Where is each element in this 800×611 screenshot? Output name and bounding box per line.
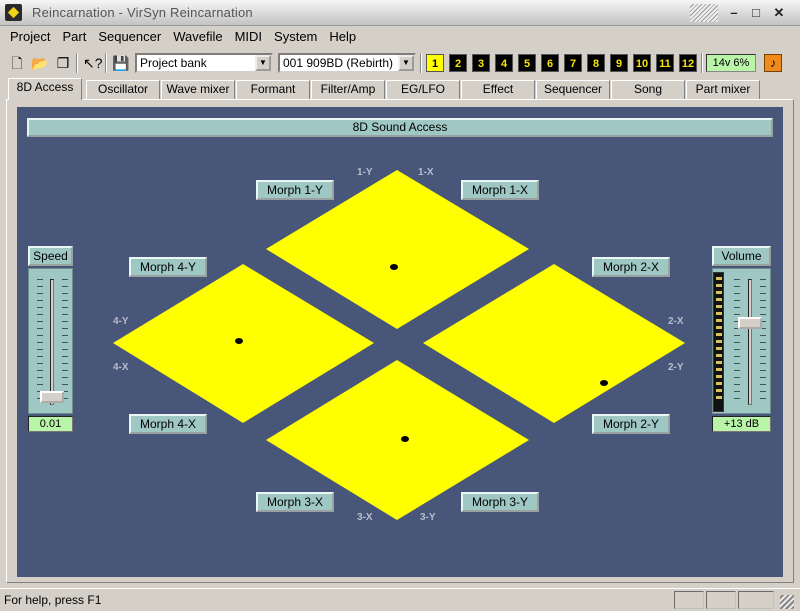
morph-2x-button[interactable]: Morph 2-X <box>592 257 670 277</box>
morph-cursor-4[interactable] <box>235 338 243 344</box>
status-pane <box>738 591 774 609</box>
morph-cursor-3[interactable] <box>401 436 409 442</box>
volume-track[interactable] <box>748 279 752 405</box>
speed-slider-thumb[interactable] <box>40 391 64 403</box>
axis-label-1y: 1-Y <box>357 167 373 178</box>
status-help-text: For help, press F1 <box>4 593 102 607</box>
axis-label-3y: 3-Y <box>420 512 436 523</box>
morph-cursor-2[interactable] <box>600 380 608 386</box>
speed-panel <box>28 268 73 414</box>
axis-label-3x: 3-X <box>357 512 373 523</box>
speed-value: 0.01 <box>28 416 73 432</box>
speed-label: Speed <box>28 246 73 266</box>
volume-value: +13 dB <box>712 416 771 432</box>
speed-track[interactable] <box>50 279 54 405</box>
morph-cursor-1[interactable] <box>390 264 398 270</box>
tab-8d-access[interactable]: 8D Access <box>8 78 82 100</box>
morph-3x-button[interactable]: Morph 3-X <box>256 492 334 512</box>
resize-grip-icon[interactable] <box>780 595 794 609</box>
volume-slider-thumb[interactable] <box>738 317 762 329</box>
morph-4y-button[interactable]: Morph 4-Y <box>129 257 207 277</box>
status-pane <box>706 591 736 609</box>
axis-label-1x: 1-X <box>418 167 434 178</box>
axis-label-2y: 2-Y <box>668 362 684 373</box>
morph-3y-button[interactable]: Morph 3-Y <box>461 492 539 512</box>
axis-label-4y: 4-Y <box>113 316 129 327</box>
morph-1y-button[interactable]: Morph 1-Y <box>256 180 334 200</box>
morph-diamonds <box>113 170 685 520</box>
morph-1x-button[interactable]: Morph 1-X <box>461 180 539 200</box>
morph-2y-button[interactable]: Morph 2-Y <box>592 414 670 434</box>
axis-label-2x: 2-X <box>668 316 684 327</box>
status-bar: For help, press F1 <box>0 588 800 611</box>
status-pane <box>674 591 704 609</box>
volume-meter <box>713 272 724 412</box>
morph-4x-button[interactable]: Morph 4-X <box>129 414 207 434</box>
volume-label: Volume <box>712 246 771 266</box>
axis-label-4x: 4-X <box>113 362 129 373</box>
